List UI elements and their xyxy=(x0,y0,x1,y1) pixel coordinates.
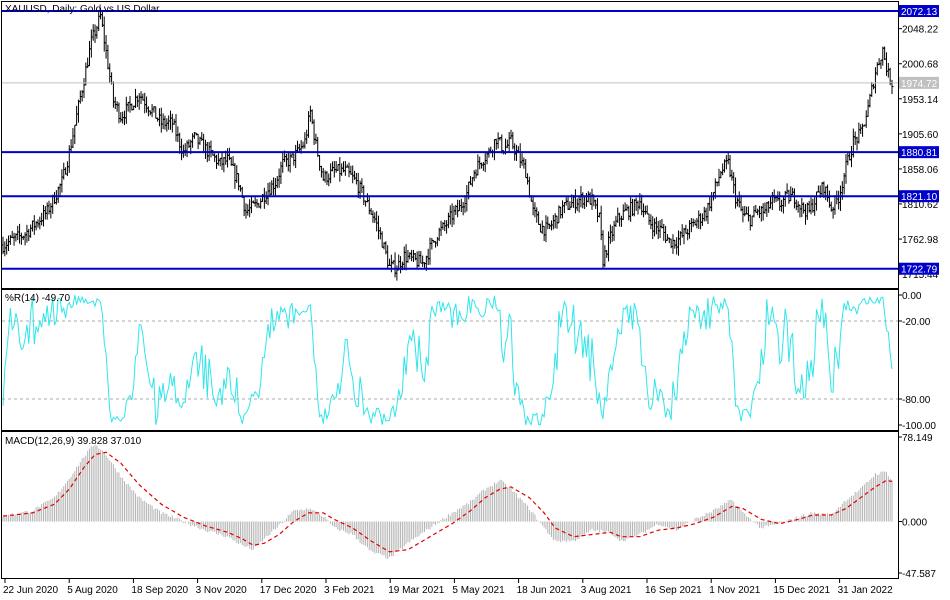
date-label: 3 Aug 2021 xyxy=(581,585,632,596)
price-tick-label: 2048.22 xyxy=(902,25,939,36)
date-label: 19 Mar 2021 xyxy=(388,585,445,596)
level-label: 1880.81 xyxy=(901,148,938,159)
date-label: 22 Jun 2020 xyxy=(3,585,58,596)
price-tick-label: 1953.14 xyxy=(902,95,939,106)
current-price-label: 1974.72 xyxy=(901,79,938,90)
date-label: 31 Jan 2022 xyxy=(838,585,893,596)
price-panel-frame xyxy=(1,1,899,289)
level-label: 2072.13 xyxy=(901,7,938,18)
macd-tick-label: 78.149 xyxy=(902,433,933,444)
date-label: 16 Sep 2021 xyxy=(645,585,702,596)
price-panel-title: XAUUSD, Daily: Gold vs US Dollar xyxy=(5,4,160,15)
wr-tick-label: -80.00 xyxy=(902,395,931,406)
date-label: 3 Feb 2021 xyxy=(324,585,375,596)
level-label: 1722.79 xyxy=(901,265,938,276)
macd-panel-frame xyxy=(1,431,899,579)
wr-tick-label: -100.00 xyxy=(902,421,936,432)
macd-tick-label: -47.587 xyxy=(902,569,936,580)
date-label: 5 Aug 2020 xyxy=(67,585,118,596)
wr-panel-title: %R(14) -49.70 xyxy=(5,293,70,304)
date-label: 1 Nov 2021 xyxy=(709,585,761,596)
wr-line xyxy=(2,294,893,426)
wr-tick-label: -20.00 xyxy=(902,317,931,328)
level-label: 1821.10 xyxy=(901,192,938,203)
horizontal-levels xyxy=(2,10,898,270)
macd-axis: 78.149 0.000 -47.587 xyxy=(898,433,936,580)
price-tick-label: 1858.06 xyxy=(902,165,939,176)
price-chart[interactable]: 2048.222000.681953.141905.601858.061810.… xyxy=(0,0,950,600)
date-label: 5 May 2021 xyxy=(452,585,505,596)
date-label: 18 Sep 2020 xyxy=(131,585,188,596)
macd-panel-title: MACD(12,26,9) 39.828 37.010 xyxy=(5,436,142,447)
macd-signal-line xyxy=(2,451,893,553)
price-tick-label: 2000.68 xyxy=(902,60,939,71)
wr-series xyxy=(2,294,893,426)
date-label: 15 Dec 2021 xyxy=(773,585,830,596)
date-label: 18 Jun 2021 xyxy=(517,585,572,596)
macd-histogram xyxy=(2,444,893,560)
date-label: 17 Dec 2020 xyxy=(260,585,317,596)
price-axis: 2048.222000.681953.141905.601858.061810.… xyxy=(898,5,939,281)
wr-axis: 0.00 -20.00 -80.00 -100.00 xyxy=(2,291,936,432)
candlestick-series xyxy=(1,8,894,281)
price-tick-label: 1762.98 xyxy=(902,235,939,246)
price-tick-label: 1905.60 xyxy=(902,130,939,141)
x-axis: 22 Jun 2020 5 Aug 2020 18 Sep 2020 3 Nov 20… xyxy=(3,579,893,596)
macd-tick-label: 0.000 xyxy=(902,518,927,529)
wr-tick-label: 0.00 xyxy=(902,291,922,302)
date-label: 3 Nov 2020 xyxy=(196,585,248,596)
